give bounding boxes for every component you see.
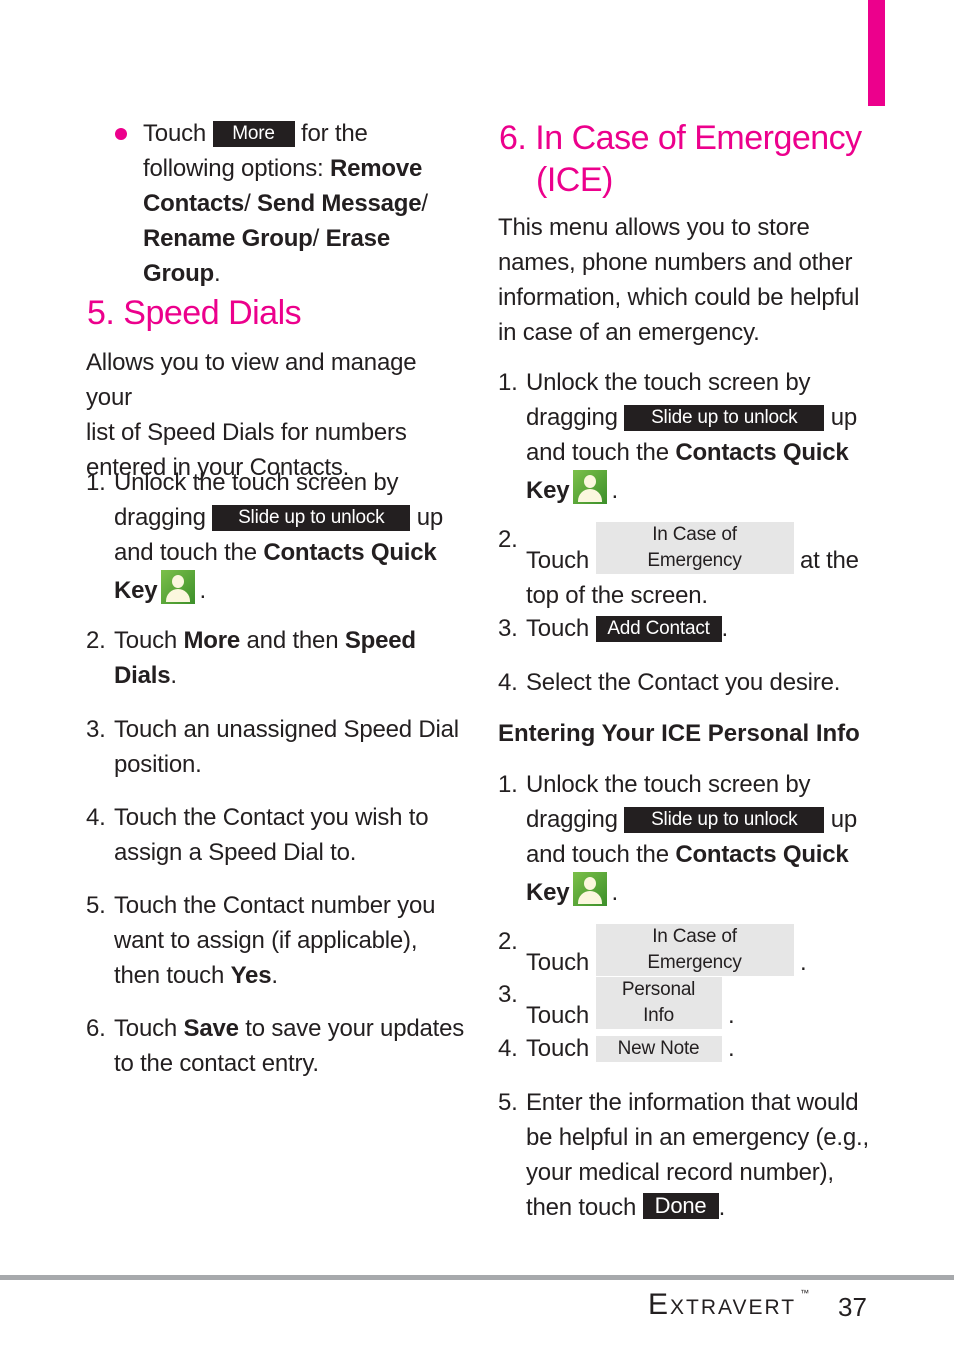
ice-step-1: 1. Unlock the touch screen by dragging S… [498, 369, 858, 504]
more-options-bullet: Touch More for the following options: Re… [115, 116, 473, 291]
speed-dials-step-6: 6. Touch Save to save your updates to th… [86, 1015, 465, 1077]
bullet-line-1: Touch More for the [143, 120, 368, 147]
speed-dials-intro: Allows you to view and manage your list … [86, 349, 417, 481]
new-note-button[interactable]: New Note [595, 1036, 722, 1062]
speed-dials-step-5: 5. Touch the Contact number you want to … [86, 892, 436, 989]
personal-info-step-4: 4. Touch New Note . [498, 1035, 735, 1062]
contacts-quick-key-icon[interactable] [161, 570, 196, 604]
personal-info-step-3: 3. Touch Personal Info . [498, 977, 735, 1029]
speed-dials-heading: 5. Speed Dials [87, 294, 302, 332]
add-contact-button[interactable]: Add Contact [595, 616, 722, 642]
speed-dials-step-3: 3. Touch an unassigned Speed Dial positi… [86, 716, 459, 778]
in-case-of-emergency-button[interactable]: In Case of Emergency [595, 924, 794, 976]
ice-heading: 6. In Case of Emergency (ICE) [499, 119, 862, 199]
personal-info-step-5: 5. Enter the information that would be h… [498, 1089, 869, 1221]
done-button[interactable]: Done [642, 1193, 719, 1219]
slide-up-to-unlock-button[interactable]: Slide up to unlock [212, 505, 411, 531]
speed-dials-step-2: 2. Touch More and then Speed Dials. [86, 627, 416, 689]
ice-step-2: 2. Touch In Case of Emergency at the top… [498, 522, 859, 609]
option-rename-group: Rename Group [143, 225, 313, 252]
bullet-icon [115, 128, 127, 140]
personal-info-step-1: 1. Unlock the touch screen by dragging S… [498, 771, 858, 906]
ice-step-4: 4. Select the Contact you desire. [498, 669, 841, 696]
slide-up-to-unlock-button[interactable]: Slide up to unlock [624, 807, 825, 833]
ice-personal-info-subheading: Entering Your ICE Personal Info [498, 720, 860, 747]
option-send-message: Send Message [257, 190, 422, 217]
personal-info-button[interactable]: Personal Info [595, 977, 722, 1029]
ice-step-3: 3. Touch Add Contact. [498, 615, 728, 642]
personal-info-step-2: 2. Touch In Case of Emergency . [498, 924, 807, 976]
contacts-quick-key-icon[interactable] [573, 470, 608, 504]
page-number: 37 [838, 1292, 867, 1322]
bullet-line-3: Contacts/ Send Message/ [143, 190, 428, 217]
ice-intro: This menu allows you to store names, pho… [498, 214, 860, 346]
slide-up-to-unlock-button[interactable]: Slide up to unlock [624, 405, 825, 431]
footer-brand: Extravert ™ [648, 1288, 810, 1321]
contacts-quick-key-icon[interactable] [573, 872, 608, 906]
footer-rule [0, 1275, 954, 1280]
in-case-of-emergency-button[interactable]: In Case of Emergency [595, 522, 794, 574]
speed-dials-step-4: 4. Touch the Contact you wish to assign … [86, 804, 429, 866]
more-button[interactable]: More [212, 121, 295, 147]
page-tab-marker [868, 0, 885, 106]
bullet-line-4: Rename Group/ Erase Group. [143, 225, 390, 287]
option-remove: Remove [329, 155, 423, 182]
speed-dials-step-1: 1. Unlock the touch screen by dragging S… [86, 469, 444, 604]
bullet-line-2: following options: Remove [143, 155, 423, 182]
